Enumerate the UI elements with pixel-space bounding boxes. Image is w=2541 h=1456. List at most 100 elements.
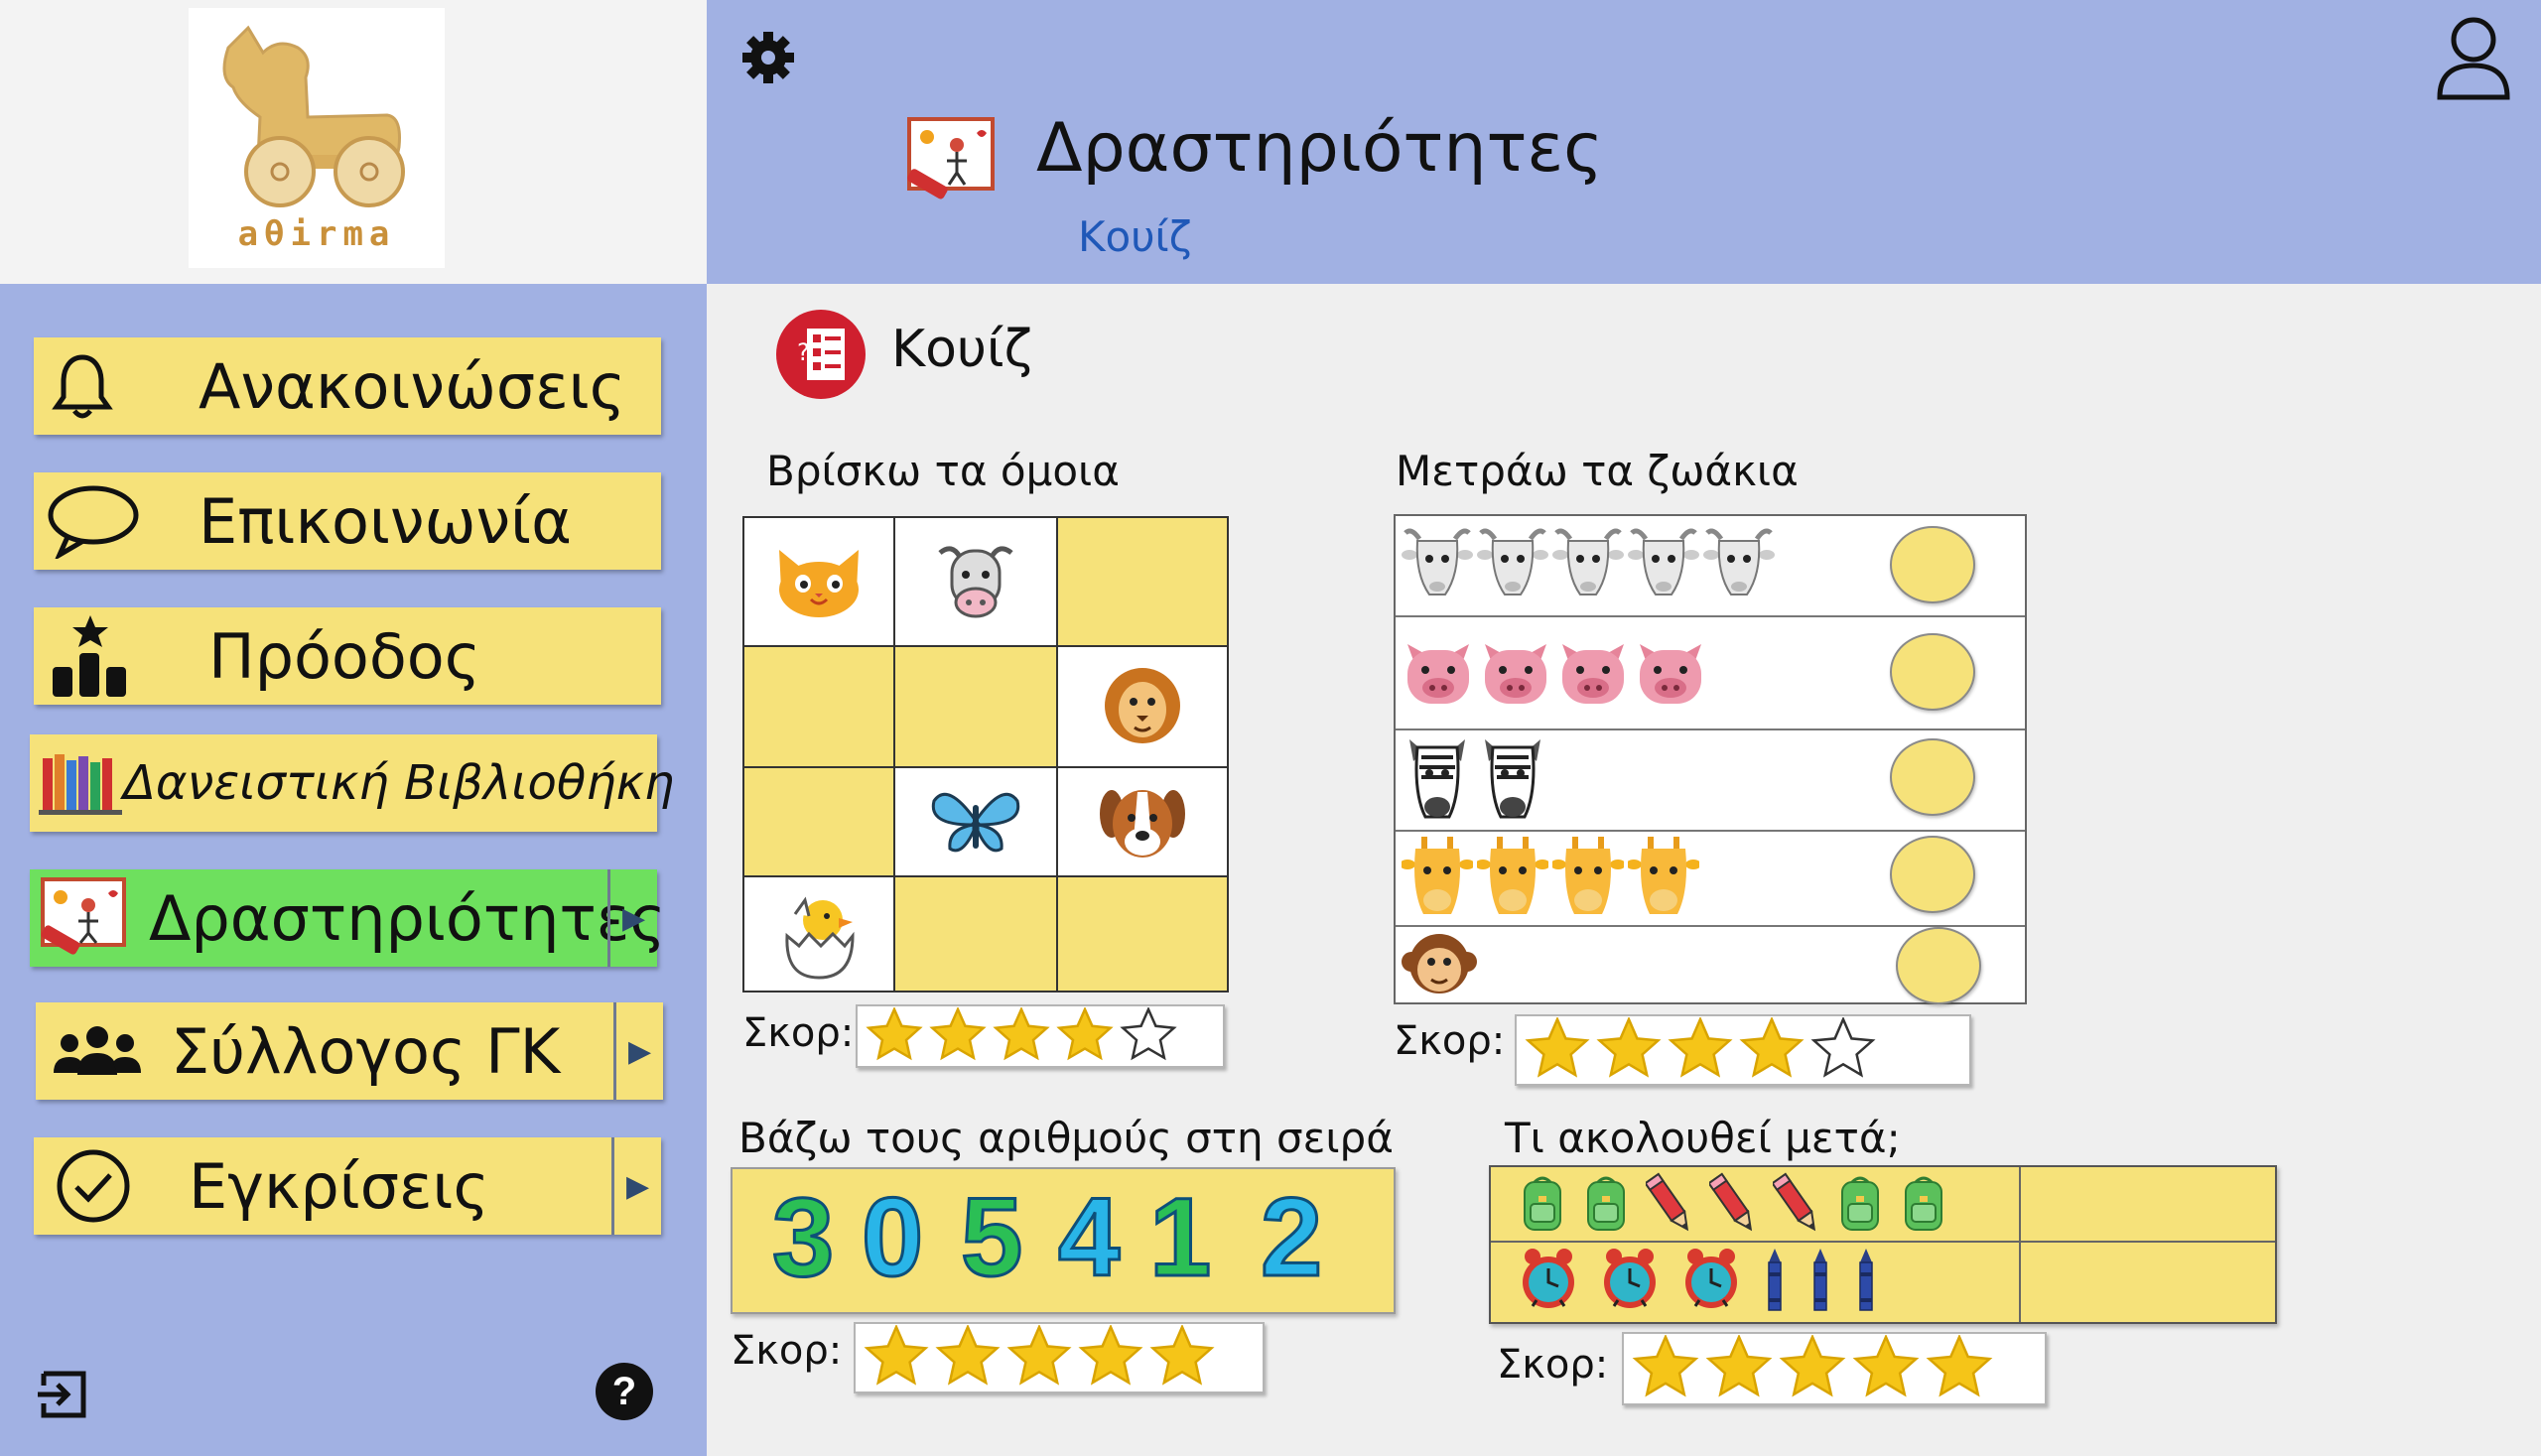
sidebar-item-progress[interactable]: Πρόοδος	[34, 607, 661, 705]
pig-icon	[1634, 634, 1707, 712]
digit-tile[interactable]: 2	[1259, 1173, 1323, 1301]
group-icon	[50, 1002, 145, 1100]
star-filled-icon	[1852, 1335, 1920, 1402]
digit-tile[interactable]: 5	[959, 1173, 1023, 1301]
sidebar-item-label: Δραστηριότητες	[149, 881, 666, 955]
backpack-icon[interactable]	[1519, 1174, 1566, 1238]
chick-icon	[785, 896, 855, 980]
goat-icon	[1703, 525, 1775, 606]
pencil-icon[interactable]	[1644, 1171, 1693, 1241]
score-label: Σκορ:	[1497, 1342, 1609, 1388]
backpack-icon[interactable]	[1582, 1174, 1630, 1238]
answer-circle[interactable]	[1890, 633, 1975, 711]
quiz-icon: ?	[776, 310, 866, 399]
star-filled-icon	[1739, 1017, 1805, 1083]
order-section-title: Βάζω τους αριθμούς στη σειρά	[738, 1114, 1394, 1162]
sidebar-item-announcements[interactable]: Ανακοινώσεις	[34, 337, 661, 435]
count-row-goats	[1396, 516, 2025, 617]
match-cell-empty[interactable]	[895, 647, 1056, 766]
activities-drawing-icon	[905, 115, 997, 204]
goat-icon	[1477, 525, 1548, 606]
sequence-box	[1489, 1165, 2277, 1324]
giraffe-icon	[1626, 835, 1701, 922]
goat-icon	[1628, 525, 1699, 606]
match-cell-lion[interactable]	[1058, 647, 1227, 766]
digit-tile[interactable]: 4	[1056, 1173, 1121, 1301]
star-filled-icon	[1705, 1335, 1773, 1402]
clock-icon[interactable]	[1600, 1247, 1660, 1316]
giraffe-icon	[1550, 835, 1626, 922]
sidebar-item-label: Εγκρίσεις	[189, 1149, 489, 1223]
match-cell-dog[interactable]	[1058, 768, 1227, 875]
pig-icon	[1402, 634, 1475, 712]
backpack-icon[interactable]	[1900, 1174, 1947, 1238]
digit-tile[interactable]: 0	[860, 1173, 924, 1301]
submenu-arrow-icon[interactable]: ▶	[607, 869, 657, 967]
sidebar-item-association[interactable]: Σύλλογος ΓΚ ▶	[36, 1002, 663, 1100]
giraffe-icon	[1400, 835, 1475, 922]
clock-icon[interactable]	[1681, 1247, 1741, 1316]
svg-text:?: ?	[797, 338, 810, 366]
digit-tile[interactable]: 1	[1147, 1173, 1212, 1301]
star-filled-icon	[864, 1325, 929, 1390]
quiz-title: Κουίζ	[891, 320, 1032, 379]
answer-slot[interactable]	[2021, 1243, 2277, 1324]
answer-circle[interactable]	[1890, 836, 1975, 913]
answer-circle[interactable]	[1890, 738, 1975, 816]
submenu-arrow-icon[interactable]: ▶	[613, 1002, 663, 1100]
score-label: Σκορ:	[742, 1010, 855, 1056]
match-cell-empty[interactable]	[895, 877, 1056, 991]
count-row-giraffes	[1396, 832, 2025, 927]
goat-icon	[1402, 525, 1473, 606]
progress-podium-icon	[48, 607, 133, 705]
logout-icon[interactable]	[36, 1370, 91, 1423]
breadcrumb[interactable]: Κουίζ	[1078, 212, 1192, 261]
match-cell-chick[interactable]	[744, 877, 893, 991]
count-row-zebras	[1396, 730, 2025, 832]
sidebar-item-activities[interactable]: Δραστηριότητες ▶	[30, 869, 666, 967]
backpack-icon[interactable]	[1836, 1174, 1884, 1238]
match-cell-cat[interactable]	[744, 518, 893, 645]
star-filled-icon	[1525, 1017, 1590, 1083]
star-empty-icon	[1810, 1017, 1876, 1083]
next-section-title: Τι ακολουθεί μετά;	[1505, 1114, 1901, 1162]
match-cell-empty[interactable]	[744, 647, 893, 766]
match-cell-empty[interactable]	[744, 768, 893, 875]
user-icon[interactable]	[2434, 14, 2513, 107]
answer-slot[interactable]	[2021, 1167, 2277, 1241]
answer-circle[interactable]	[1896, 927, 1981, 1004]
pencil-icon[interactable]	[1707, 1171, 1757, 1241]
match-cell-empty[interactable]	[1058, 518, 1227, 645]
pencil-icon[interactable]	[1771, 1171, 1820, 1241]
logo-area: aθirma	[0, 0, 707, 284]
match-cell-empty[interactable]	[1058, 877, 1227, 991]
help-icon[interactable]: ?	[596, 1363, 653, 1420]
crayon-icon[interactable]	[1808, 1247, 1832, 1316]
sidebar-item-library[interactable]: Δανειστική Βιβλιοθήκη	[30, 734, 674, 832]
clock-icon[interactable]	[1519, 1247, 1578, 1316]
sidebar-item-label: Δανειστική Βιβλιοθήκη	[123, 755, 675, 811]
goat-group	[1402, 516, 1775, 615]
answer-circle[interactable]	[1890, 526, 1975, 603]
match-cell-cow[interactable]	[895, 518, 1056, 645]
sidebar-item-approvals[interactable]: Εγκρίσεις ▶	[34, 1137, 661, 1235]
crayon-icon[interactable]	[1763, 1247, 1787, 1316]
butterfly-icon	[931, 792, 1020, 853]
sidebar-item-communication[interactable]: Επικοινωνία	[34, 472, 661, 570]
submenu-arrow-icon[interactable]: ▶	[611, 1137, 661, 1235]
giraffe-group	[1400, 832, 1701, 925]
star-filled-icon	[1779, 1335, 1846, 1402]
check-circle-icon	[54, 1137, 133, 1235]
crayon-icon[interactable]	[1854, 1247, 1878, 1316]
cat-icon	[779, 550, 859, 617]
gear-icon[interactable]	[740, 30, 796, 89]
monkey-icon	[1402, 926, 1477, 1005]
star-empty-icon	[1120, 1007, 1177, 1065]
star-filled-icon	[1926, 1335, 1993, 1402]
match-cell-butterfly[interactable]	[895, 768, 1056, 875]
star-filled-icon	[866, 1007, 923, 1065]
star-filled-icon	[1006, 1325, 1072, 1390]
sidebar-item-label: Επικοινωνία	[199, 484, 572, 558]
digit-tile[interactable]: 3	[770, 1173, 835, 1301]
activities-drawing-icon	[38, 869, 129, 967]
